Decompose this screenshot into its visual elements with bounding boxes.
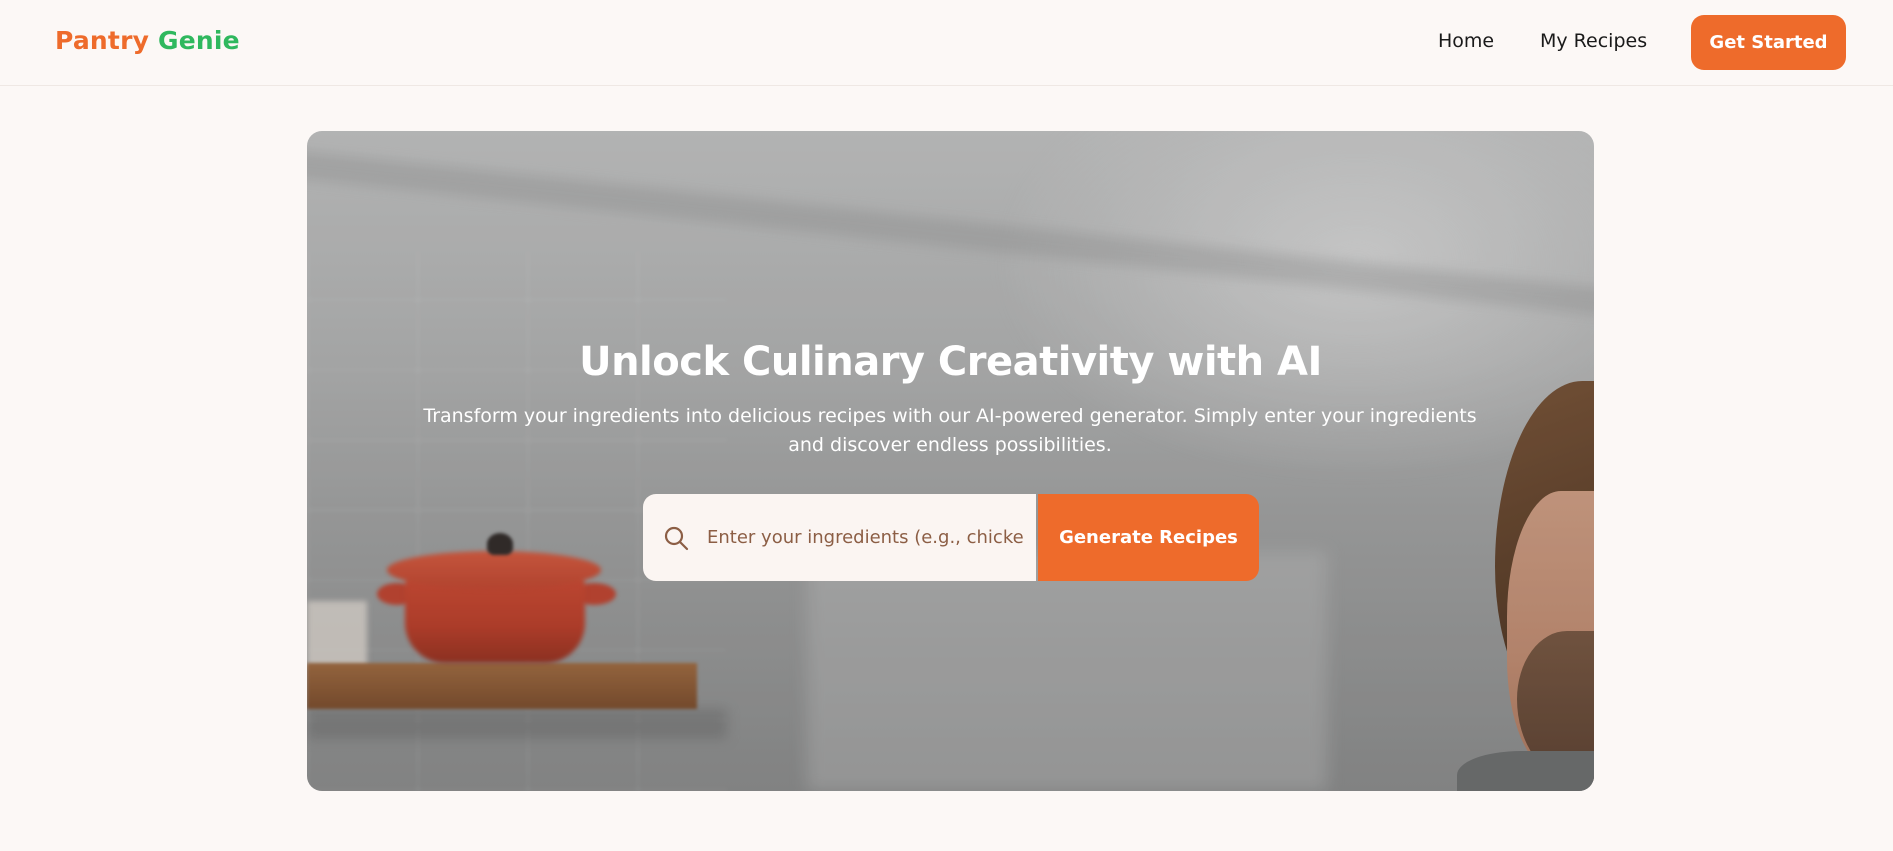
logo-word-pantry: Pantry (55, 26, 150, 55)
ingredient-search-box (643, 494, 1036, 581)
hero-title: Unlock Culinary Creativity with AI (579, 339, 1322, 385)
nav-my-recipes-link[interactable]: My Recipes (1540, 30, 1647, 52)
logo-word-genie: Genie (158, 26, 240, 55)
ingredient-search-input[interactable] (707, 494, 1025, 581)
logo[interactable]: Pantry Genie (55, 26, 240, 55)
search-icon (663, 525, 689, 551)
nav-home-link[interactable]: Home (1438, 30, 1494, 52)
hero-banner: Unlock Culinary Creativity with AI Trans… (307, 131, 1594, 791)
get-started-button[interactable]: Get Started (1691, 15, 1846, 70)
site-header: Pantry Genie Home My Recipes Get Started (0, 0, 1893, 86)
hero-subtitle: Transform your ingredients into deliciou… (423, 405, 1477, 456)
generate-recipes-button[interactable]: Generate Recipes (1038, 494, 1259, 581)
hero-overlay (307, 131, 1594, 791)
